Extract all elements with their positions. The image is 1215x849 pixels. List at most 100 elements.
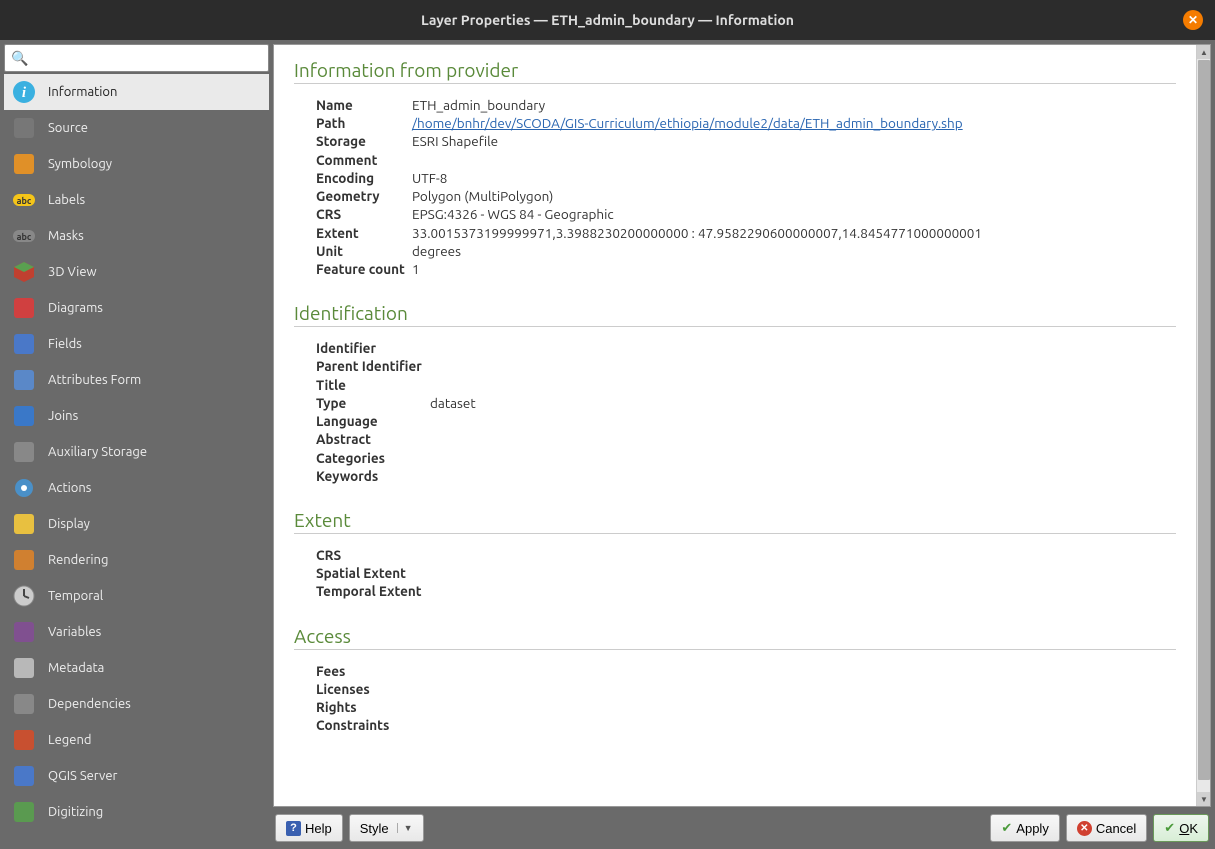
help-button[interactable]: ? Help xyxy=(275,814,343,842)
right-column: Information from providerNameETH_admin_b… xyxy=(273,44,1211,845)
kv-value xyxy=(430,357,1176,375)
kv-key: CRS xyxy=(316,546,430,564)
kv-key: Spatial Extent xyxy=(316,564,430,582)
sidebar-item-joins[interactable]: Joins xyxy=(4,398,269,434)
render-icon xyxy=(10,546,38,574)
sidebar-item-label: Metadata xyxy=(48,661,104,675)
kv-row: EncodingUTF-8 xyxy=(316,169,1176,187)
kv-row: Comment xyxy=(316,151,1176,169)
kv-key: Type xyxy=(316,394,430,412)
path-link[interactable]: /home/bnhr/dev/SCODA/GIS-Curriculum/ethi… xyxy=(412,115,963,131)
sidebar-item-label: Information xyxy=(48,85,117,99)
dialog-body: 🔍 i Information Source Symbology abcLabelsab… xyxy=(0,40,1215,849)
sidebar-item-label: Actions xyxy=(48,481,91,495)
kv-table: CRSSpatial ExtentTemporal Extent xyxy=(316,546,1176,601)
sidebar-item-diagrams[interactable]: Diagrams xyxy=(4,290,269,326)
close-button[interactable]: ✕ xyxy=(1183,10,1203,30)
sidebar-item-digitizing[interactable]: Digitizing xyxy=(4,794,269,830)
kv-value: Polygon (MultiPolygon) xyxy=(412,187,1176,205)
cancel-label: Cancel xyxy=(1096,821,1136,836)
info-icon: i xyxy=(10,78,38,106)
sidebar-item-label: Joins xyxy=(48,409,78,423)
content-pane: Information from providerNameETH_admin_b… xyxy=(273,44,1211,807)
form-icon xyxy=(10,366,38,394)
layer-properties-window: Layer Properties — ETH_admin_boundary — … xyxy=(0,0,1215,849)
section-heading: Access xyxy=(294,625,1176,650)
sidebar-item-label: Symbology xyxy=(48,157,112,171)
sidebar-item-fields[interactable]: Fields xyxy=(4,326,269,362)
kv-row: Licenses xyxy=(316,680,1176,698)
wrench-icon xyxy=(10,114,38,142)
kv-value xyxy=(412,680,1176,698)
style-button[interactable]: Style ▼ xyxy=(349,814,424,842)
section-heading: Identification xyxy=(294,302,1176,327)
sidebar[interactable]: iInformationSourceSymbologyabcLabelsabcM… xyxy=(4,74,269,845)
kv-value xyxy=(430,546,1176,564)
scroll-up-icon[interactable]: ▲ xyxy=(1197,45,1211,59)
scrollbar[interactable]: ▲ ▼ xyxy=(1196,45,1210,806)
kv-key: Encoding xyxy=(316,169,412,187)
kv-table: IdentifierParent IdentifierTitleTypedata… xyxy=(316,339,1176,485)
kv-value: /home/bnhr/dev/SCODA/GIS-Curriculum/ethi… xyxy=(412,114,1176,132)
sidebar-item-label: QGIS Server xyxy=(48,769,117,783)
kv-key: CRS xyxy=(316,205,412,223)
sidebar-search[interactable]: 🔍 xyxy=(4,44,269,72)
sidebar-item-labels[interactable]: abcLabels xyxy=(4,182,269,218)
kv-key: Constraints xyxy=(316,716,412,734)
sidebar-item-attributes-form[interactable]: Attributes Form xyxy=(4,362,269,398)
svg-text:abc: abc xyxy=(17,196,32,206)
storage-icon xyxy=(10,438,38,466)
kv-key: Fees xyxy=(316,662,412,680)
search-input[interactable] xyxy=(32,51,262,66)
server-icon xyxy=(10,762,38,790)
kv-key: Title xyxy=(316,376,430,394)
cancel-button[interactable]: ✕ Cancel xyxy=(1066,814,1147,842)
content-scroll[interactable]: Information from providerNameETH_admin_b… xyxy=(274,45,1196,806)
kv-row: Constraints xyxy=(316,716,1176,734)
check-icon: ✔ xyxy=(1001,820,1012,836)
sidebar-item-information[interactable]: i Information xyxy=(4,74,269,110)
kv-row: Parent Identifier xyxy=(316,357,1176,375)
sidebar-item-metadata[interactable]: Metadata xyxy=(4,650,269,686)
joins-icon xyxy=(10,402,38,430)
kv-key: Extent xyxy=(316,224,412,242)
kv-value xyxy=(412,698,1176,716)
sidebar-item-source[interactable]: Source xyxy=(4,110,269,146)
clock-icon xyxy=(10,582,38,610)
fields-icon xyxy=(10,330,38,358)
sidebar-item-dependencies[interactable]: Dependencies xyxy=(4,686,269,722)
kv-row: Fees xyxy=(316,662,1176,680)
sidebar-item-rendering[interactable]: Rendering xyxy=(4,542,269,578)
sidebar-item-auxiliary-storage[interactable]: Auxiliary Storage xyxy=(4,434,269,470)
sidebar-item-masks[interactable]: abcMasks xyxy=(4,218,269,254)
sidebar-item-label: Legend xyxy=(48,733,91,747)
sidebar-item-display[interactable]: Display xyxy=(4,506,269,542)
kv-value: dataset xyxy=(430,394,1176,412)
sidebar-item-label: 3D View xyxy=(48,265,97,279)
kv-value: ETH_admin_boundary xyxy=(412,96,1176,114)
kv-key: Unit xyxy=(316,242,412,260)
kv-value: UTF-8 xyxy=(412,169,1176,187)
kv-value xyxy=(412,151,1176,169)
window-title: Layer Properties — ETH_admin_boundary — … xyxy=(421,12,794,28)
section-heading: Extent xyxy=(294,509,1176,534)
sidebar-item-label: Digitizing xyxy=(48,805,103,819)
sidebar-item-3d-view[interactable]: 3D View xyxy=(4,254,269,290)
sidebar-item-legend[interactable]: Legend xyxy=(4,722,269,758)
sidebar-item-qgis-server[interactable]: QGIS Server xyxy=(4,758,269,794)
kv-value xyxy=(430,412,1176,430)
titlebar: Layer Properties — ETH_admin_boundary — … xyxy=(0,0,1215,40)
sidebar-item-variables[interactable]: Variables xyxy=(4,614,269,650)
apply-button[interactable]: ✔ Apply xyxy=(990,814,1059,842)
ok-button[interactable]: ✔ OK xyxy=(1153,814,1209,842)
sidebar-item-temporal[interactable]: Temporal xyxy=(4,578,269,614)
diagram-icon xyxy=(10,294,38,322)
kv-key: Name xyxy=(316,96,412,114)
kv-row: GeometryPolygon (MultiPolygon) xyxy=(316,187,1176,205)
scroll-down-icon[interactable]: ▼ xyxy=(1197,792,1211,806)
sidebar-item-symbology[interactable]: Symbology xyxy=(4,146,269,182)
kv-row: StorageESRI Shapefile xyxy=(316,132,1176,150)
sidebar-item-actions[interactable]: Actions xyxy=(4,470,269,506)
kv-row: Identifier xyxy=(316,339,1176,357)
scroll-thumb[interactable] xyxy=(1198,60,1210,780)
